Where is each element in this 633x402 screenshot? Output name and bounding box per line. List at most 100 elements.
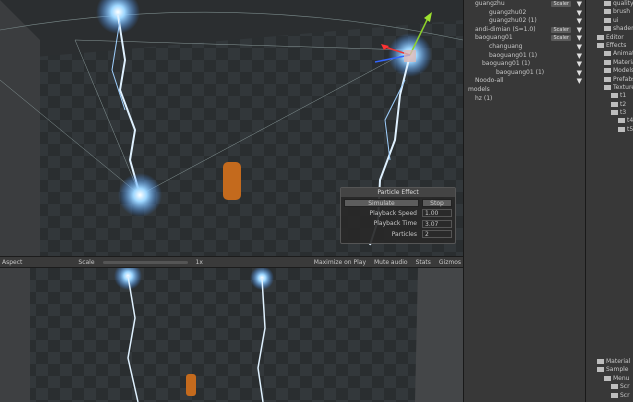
hierarchy-item[interactable]: guangzhu Scaler ▼ xyxy=(464,0,585,9)
playback-time-field[interactable]: 3.07 xyxy=(422,219,452,228)
item-label: brush xyxy=(613,8,631,16)
folder-icon xyxy=(611,392,618,398)
gizmos-dropdown[interactable]: Gizmos xyxy=(439,259,461,266)
folder-icon xyxy=(611,101,618,107)
project-folder[interactable]: t4 xyxy=(586,117,633,125)
item-label: baoguang01 (1) xyxy=(496,68,545,76)
project-folder[interactable]: Models xyxy=(586,67,633,75)
game-toolbar: Aspect Scale 1x Maximize on Play Mute au… xyxy=(0,256,463,268)
effect-icon: ▼ xyxy=(576,68,582,77)
project-folder[interactable]: Scr xyxy=(586,392,633,400)
project-folder[interactable]: t2 xyxy=(586,101,633,109)
project-folder[interactable]: t3 xyxy=(586,109,633,117)
effect-icon: ▼ xyxy=(576,17,582,26)
item-label: t4 xyxy=(627,117,633,125)
folder-icon xyxy=(604,84,611,90)
aspect-dropdown[interactable]: Aspect xyxy=(2,259,22,266)
project-folder[interactable]: shaders xyxy=(586,25,633,33)
mute-audio-toggle[interactable]: Mute audio xyxy=(374,259,408,266)
project-folder[interactable]: t1 xyxy=(586,92,633,100)
folder-icon xyxy=(604,59,611,65)
hierarchy-item[interactable]: baoguang01 Scaler ▼ xyxy=(464,34,585,43)
project-folder[interactable]: Sample xyxy=(586,366,633,374)
scene-view[interactable]: Particle Effect Simulate Stop Playback Sp… xyxy=(0,0,463,256)
hierarchy-item[interactable]: baoguang01 (1) ▼ xyxy=(464,60,585,69)
item-label: shaders xyxy=(613,25,633,33)
project-folder[interactable]: quality xyxy=(586,0,633,8)
item-label: Models xyxy=(613,67,633,75)
item-label: t3 xyxy=(620,109,627,117)
item-label: changuang xyxy=(489,42,523,50)
item-label: Noodo-all xyxy=(475,77,504,85)
hierarchy-item[interactable]: models xyxy=(464,86,585,95)
item-label: guangzhu xyxy=(475,0,505,7)
item-label: Animation xyxy=(613,50,633,58)
project-panel: qualitybrushuishadersEditorEffectsAnimat… xyxy=(585,0,633,402)
scaler-badge[interactable]: Scaler xyxy=(551,35,571,42)
hierarchy-item[interactable]: guangzhu02 ▼ xyxy=(464,9,585,18)
scaler-badge[interactable]: Scaler xyxy=(551,26,571,33)
playback-time-label: Playback Time xyxy=(373,220,417,228)
stop-button[interactable]: Stop xyxy=(422,198,452,207)
folder-icon xyxy=(604,9,611,15)
project-folder[interactable]: Effects xyxy=(586,42,633,50)
stats-toggle[interactable]: Stats xyxy=(416,259,431,266)
project-folder[interactable]: Animation xyxy=(586,50,633,58)
project-folder[interactable]: Materials xyxy=(586,59,633,67)
hierarchy-item[interactable]: hz (1) xyxy=(464,95,585,104)
hierarchy-item[interactable]: baoguang01 (1) ▼ xyxy=(464,52,585,61)
item-label: baoguang01 xyxy=(475,34,513,42)
project-folder[interactable]: brush xyxy=(586,8,633,16)
hierarchy-panel: guangzhu Scaler ▼ guangzhu02 ▼ guangzhu02 (1)… xyxy=(463,0,585,402)
scaler-badge[interactable]: Scaler xyxy=(551,1,571,7)
effect-icon: ▼ xyxy=(576,25,582,34)
folder-icon xyxy=(597,367,604,373)
item-label: ui xyxy=(613,16,619,24)
particle-effect-panel: Particle Effect Simulate Stop Playback Sp… xyxy=(340,187,456,244)
item-label: Menu xyxy=(613,374,630,382)
hierarchy-item[interactable]: baoguang01 (1) ▼ xyxy=(464,69,585,78)
folder-icon xyxy=(604,1,611,6)
folder-icon xyxy=(604,68,611,74)
scale-slider[interactable] xyxy=(102,260,188,264)
effect-icon: ▼ xyxy=(576,42,582,51)
folder-icon xyxy=(597,359,604,364)
maximize-on-play-toggle[interactable]: Maximize on Play xyxy=(314,259,366,266)
item-label: Prefabs xyxy=(613,75,633,83)
game-view[interactable] xyxy=(0,268,463,402)
hierarchy-item[interactable]: Noodo-all ▼ xyxy=(464,77,585,86)
project-folder[interactable]: Scr xyxy=(586,383,633,391)
item-label: Material xyxy=(606,358,631,365)
effect-icon: ▼ xyxy=(576,0,582,8)
effect-icon: ▼ xyxy=(576,51,582,60)
folder-icon xyxy=(618,126,625,132)
particles-label: Particles xyxy=(391,230,417,238)
hierarchy-item[interactable]: guangzhu02 (1) ▼ xyxy=(464,17,585,26)
character-model-game xyxy=(186,374,196,396)
item-label: Scr xyxy=(620,391,630,399)
item-label: Editor xyxy=(606,33,624,41)
project-folder[interactable]: Material xyxy=(586,358,633,366)
project-folder[interactable]: Editor xyxy=(586,34,633,42)
project-folder[interactable]: Prefabs xyxy=(586,76,633,84)
project-folder[interactable]: Textures xyxy=(586,84,633,92)
hierarchy-item[interactable]: changuang ▼ xyxy=(464,43,585,52)
folder-icon xyxy=(611,93,618,99)
project-folder[interactable]: ui xyxy=(586,17,633,25)
project-folder[interactable]: t5 xyxy=(586,126,633,134)
folder-icon xyxy=(604,375,611,381)
particles-value: 2 xyxy=(422,230,452,239)
hierarchy-item[interactable]: andi-dimian (S=1.0) Scaler ▼ xyxy=(464,26,585,35)
effect-icon: ▼ xyxy=(576,8,582,17)
item-label: guangzhu02 (1) xyxy=(489,17,537,25)
item-label: t1 xyxy=(620,92,627,100)
item-label: quality xyxy=(613,0,633,7)
simulate-button[interactable]: Simulate xyxy=(344,198,419,207)
item-label: Effects xyxy=(606,41,627,49)
folder-icon xyxy=(611,110,618,116)
playback-speed-field[interactable]: 1.00 xyxy=(422,209,452,218)
item-label: Materials xyxy=(613,58,633,66)
item-label: t5 xyxy=(627,125,633,133)
effect-icon: ▼ xyxy=(576,77,582,86)
project-folder[interactable]: Menu xyxy=(586,375,633,383)
